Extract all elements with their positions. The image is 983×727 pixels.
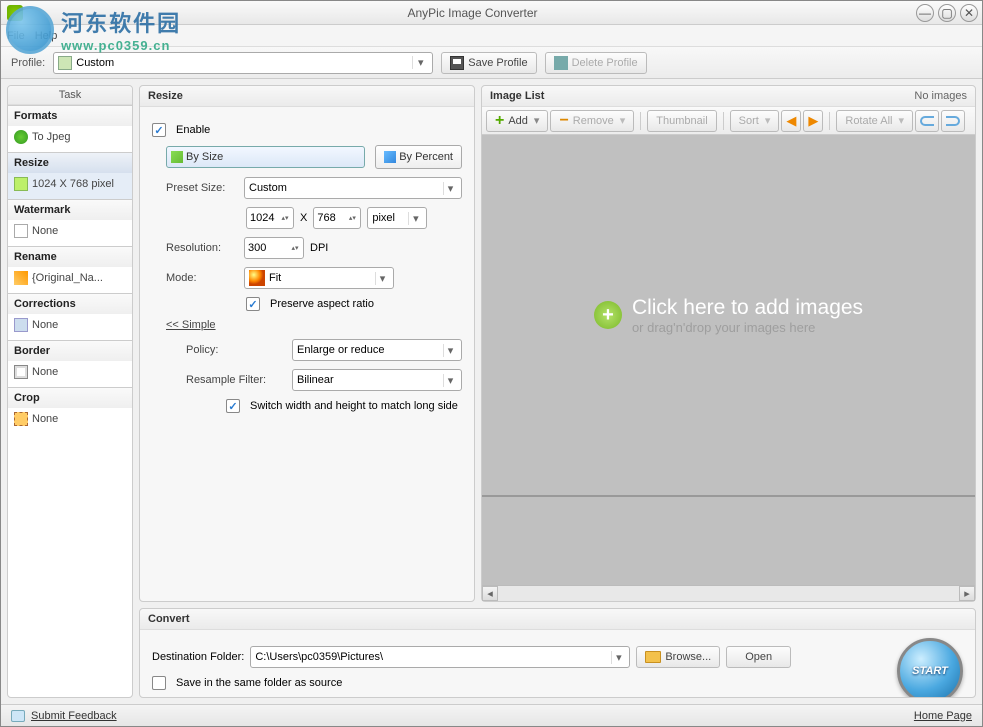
task-watermark[interactable]: Watermark None — [8, 199, 132, 246]
browse-button[interactable]: Browse... — [636, 646, 720, 668]
chevron-down-icon: ▾ — [443, 182, 457, 195]
drop-zone[interactable]: + Click here to add images or drag'n'dro… — [482, 135, 975, 495]
scroll-left-icon[interactable]: ◂ — [482, 586, 498, 601]
delete-profile-button[interactable]: Delete Profile — [545, 52, 647, 74]
save-icon — [450, 56, 464, 70]
delete-icon — [554, 56, 568, 70]
rotate-all-button[interactable]: Rotate All▾ — [836, 110, 913, 132]
menu-bar: File Help — [1, 25, 982, 47]
profile-toolbar: Profile: Custom ▾ Save Profile Delete Pr… — [1, 47, 982, 79]
unit-select[interactable]: pixel▾ — [367, 207, 427, 229]
scroll-right-icon[interactable]: ▸ — [959, 586, 975, 601]
move-left-button[interactable]: ◀ — [781, 110, 801, 132]
app-icon — [7, 5, 23, 21]
profile-label: Profile: — [11, 57, 45, 69]
chevron-down-icon: ▾ — [443, 344, 457, 357]
policy-select[interactable]: Enlarge or reduce▾ — [292, 339, 462, 361]
image-count-status: No images — [914, 90, 967, 102]
same-folder-checkbox[interactable] — [152, 676, 166, 690]
home-page-link[interactable]: Home Page — [914, 710, 972, 722]
image-toolbar: +Add▾ −Remove▾ Thumbnail Sort▾ ◀ ▶ Rotat… — [482, 107, 975, 135]
redo-icon — [946, 116, 960, 126]
status-bar: Submit Feedback Home Page — [1, 704, 982, 726]
image-list-header: Image List — [490, 90, 544, 102]
image-list-panel: Image List No images +Add▾ −Remove▾ Thum… — [481, 85, 976, 602]
corrections-icon — [14, 318, 28, 332]
switch-checkbox[interactable] — [226, 399, 240, 413]
by-percent-button[interactable]: By Percent — [375, 145, 462, 169]
task-formats[interactable]: Formats To Jpeg — [8, 105, 132, 152]
fit-icon — [249, 270, 265, 286]
maximize-button[interactable]: ▢ — [938, 4, 956, 22]
preserve-checkbox[interactable] — [246, 297, 260, 311]
refresh-icon — [14, 130, 28, 144]
redo-button[interactable] — [941, 110, 965, 132]
enable-checkbox[interactable] — [152, 123, 166, 137]
task-header: Task — [8, 86, 132, 105]
crop-icon — [14, 412, 28, 426]
arrow-right-icon: ▶ — [808, 113, 818, 129]
resize-panel: Resize Enable By Size By Percent Preset … — [139, 85, 475, 602]
folder-icon — [645, 651, 661, 663]
destination-combo[interactable]: C:\Users\pc0359\Pictures\▾ — [250, 646, 630, 668]
by-size-icon — [171, 151, 183, 163]
minimize-button[interactable]: — — [916, 4, 934, 22]
chevron-down-icon: ▾ — [611, 651, 625, 664]
horizontal-scrollbar[interactable]: ◂ ▸ — [482, 585, 975, 601]
move-right-button[interactable]: ▶ — [803, 110, 823, 132]
convert-header: Convert — [140, 609, 975, 630]
resize-header: Resize — [140, 86, 474, 107]
sort-button[interactable]: Sort▾ — [730, 110, 780, 132]
thumbnail-button[interactable]: Thumbnail — [647, 110, 716, 132]
simple-toggle[interactable]: << Simple — [166, 319, 216, 331]
task-corrections[interactable]: Corrections None — [8, 293, 132, 340]
resample-filter-select[interactable]: Bilinear▾ — [292, 369, 462, 391]
feedback-icon — [11, 710, 25, 722]
task-panel: Task Formats To Jpeg Resize 1024 X 768 p… — [7, 85, 133, 698]
resize-icon — [14, 177, 28, 191]
chevron-down-icon: ▾ — [375, 272, 389, 285]
menu-file[interactable]: File — [7, 30, 25, 42]
task-border[interactable]: Border None — [8, 340, 132, 387]
border-icon — [14, 365, 28, 379]
chevron-down-icon: ▾ — [408, 212, 422, 225]
arrow-left-icon: ◀ — [786, 113, 796, 129]
menu-help[interactable]: Help — [35, 30, 58, 42]
rename-icon — [14, 271, 28, 285]
undo-icon — [920, 116, 934, 126]
open-button[interactable]: Open — [726, 646, 791, 668]
convert-panel: Convert Destination Folder: C:\Users\pc0… — [139, 608, 976, 698]
plus-icon: + — [495, 112, 504, 130]
close-button[interactable]: ✕ — [960, 4, 978, 22]
by-size-button[interactable]: By Size — [166, 146, 365, 168]
window-title: AnyPic Image Converter — [29, 6, 916, 20]
task-rename[interactable]: Rename {Original_Na... — [8, 246, 132, 293]
add-button[interactable]: +Add▾ — [486, 110, 548, 132]
submit-feedback-link[interactable]: Submit Feedback — [31, 710, 117, 722]
height-spinner[interactable]: 768▴▾ — [313, 207, 361, 229]
preset-size-select[interactable]: Custom▾ — [244, 177, 462, 199]
by-percent-icon — [384, 151, 396, 163]
minus-icon: − — [559, 112, 568, 130]
task-resize[interactable]: Resize 1024 X 768 pixel — [8, 152, 132, 199]
chevron-down-icon: ▾ — [412, 56, 428, 69]
title-bar: AnyPic Image Converter — ▢ ✕ — [1, 1, 982, 25]
remove-button[interactable]: −Remove▾ — [550, 110, 634, 132]
thumbnail-strip: ◂ ▸ — [482, 495, 975, 601]
start-button[interactable]: START — [897, 638, 963, 697]
add-images-icon: + — [594, 301, 622, 329]
chevron-down-icon: ▾ — [443, 374, 457, 387]
destination-label: Destination Folder: — [152, 651, 244, 663]
undo-button[interactable] — [915, 110, 939, 132]
watermark-icon — [14, 224, 28, 238]
save-profile-button[interactable]: Save Profile — [441, 52, 536, 74]
document-icon — [58, 56, 72, 70]
task-crop[interactable]: Crop None — [8, 387, 132, 434]
resolution-spinner[interactable]: 300▴▾ — [244, 237, 304, 259]
mode-select[interactable]: Fit▾ — [244, 267, 394, 289]
profile-combo[interactable]: Custom ▾ — [53, 52, 433, 74]
width-spinner[interactable]: 1024▴▾ — [246, 207, 294, 229]
